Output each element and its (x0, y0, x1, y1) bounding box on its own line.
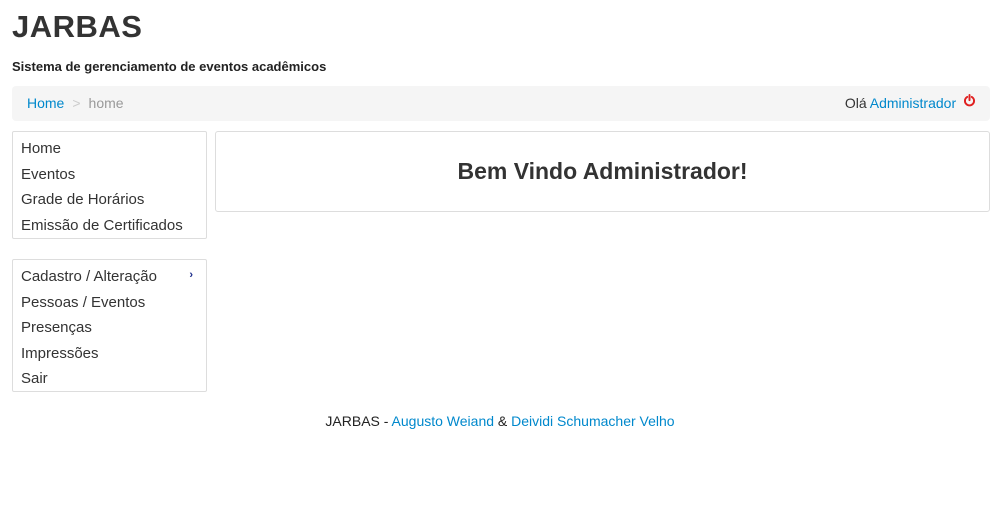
page: JARBAS Sistema de gerenciamento de event… (0, 0, 1000, 520)
footer-author-link-deividi[interactable]: Deividi Schumacher Velho (511, 413, 674, 429)
app-title: JARBAS (12, 9, 143, 44)
user-name-link[interactable]: Administrador (870, 95, 956, 111)
breadcrumb: Home > home Olá Administrador (12, 86, 990, 121)
welcome-heading: Bem Vindo Administrador! (457, 158, 748, 184)
sidebar-item-cadastro-alteracao[interactable]: Cadastro / Alteração › (13, 264, 206, 290)
sidebar-item-eventos[interactable]: Eventos (13, 162, 206, 188)
footer: JARBAS - Augusto Weiand & Deividi Schuma… (0, 411, 1000, 431)
footer-author-link-augusto[interactable]: Augusto Weiand (392, 413, 494, 429)
chevron-right-icon: › (189, 269, 193, 281)
welcome-panel: Bem Vindo Administrador! (215, 131, 990, 212)
breadcrumb-separator: > (72, 95, 81, 111)
footer-app-name: JARBAS (325, 413, 380, 429)
user-area: Olá Administrador (845, 86, 976, 121)
breadcrumb-home-link[interactable]: Home (27, 95, 64, 111)
sidebar-item-pessoas-eventos[interactable]: Pessoas / Eventos (13, 290, 206, 316)
breadcrumb-trail: Home > home (27, 86, 124, 121)
sidebar-item-sair[interactable]: Sair (13, 366, 206, 392)
app-subtitle: Sistema de gerenciamento de eventos acad… (12, 59, 327, 74)
sidebar-item-label: Cadastro / Alteração (21, 268, 157, 285)
sidebar-menu-main: Home Eventos Grade de Horários Emissão d… (12, 131, 207, 239)
sidebar-item-grade-de-horarios[interactable]: Grade de Horários (13, 187, 206, 213)
power-icon[interactable] (963, 85, 976, 120)
footer-dash: - (379, 413, 392, 429)
sidebar-menu-admin: Cadastro / Alteração › Pessoas / Eventos… (12, 259, 207, 392)
footer-ampersand: & (494, 413, 512, 429)
sidebar-item-emissao-de-certificados[interactable]: Emissão de Certificados (13, 213, 206, 239)
sidebar-item-home[interactable]: Home (13, 136, 206, 162)
user-greeting: Olá (844, 95, 867, 111)
sidebar-item-presencas[interactable]: Presenças (13, 315, 206, 341)
sidebar-item-impressoes[interactable]: Impressões (13, 341, 206, 367)
breadcrumb-current: home (88, 95, 124, 111)
